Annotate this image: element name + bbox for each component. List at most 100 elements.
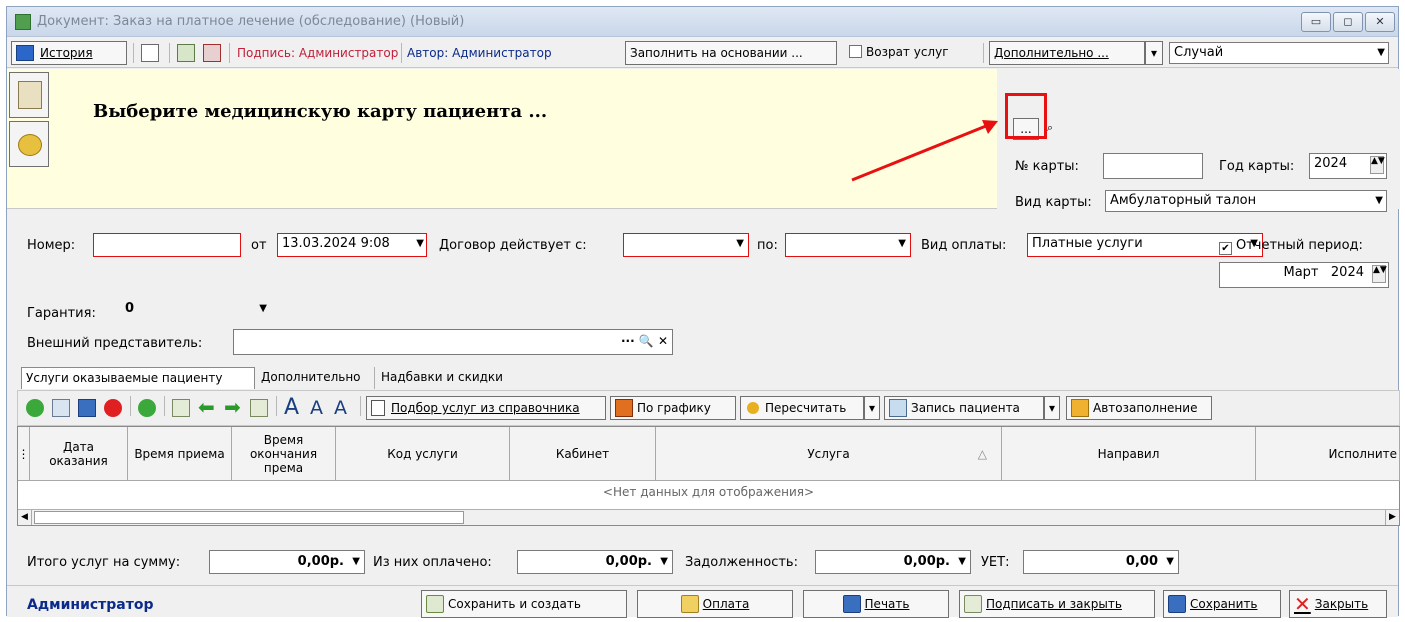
- order-date-input[interactable]: 13.03.2024 9:08 ▼: [277, 233, 427, 257]
- patient-card-prompt-panel[interactable]: [7, 69, 997, 209]
- scroll-thumb[interactable]: [34, 511, 464, 524]
- case-select-value: Случай: [1174, 45, 1224, 60]
- arrow-left-icon[interactable]: ⬅: [198, 397, 215, 417]
- history-label: История: [40, 46, 93, 60]
- uet-label: УЕТ:: [981, 555, 1010, 570]
- total-sum-field[interactable]: 0,00р. ▼: [209, 550, 365, 574]
- return-services-checkbox[interactable]: Возрат услуг: [845, 41, 979, 65]
- guarantee-select[interactable]: 0 ▼: [121, 299, 281, 321]
- chevron-down-icon[interactable]: ▼: [660, 551, 668, 573]
- current-user: Администратор: [27, 597, 154, 613]
- period-month: Март: [1283, 265, 1319, 280]
- number-input[interactable]: [93, 233, 241, 257]
- font-decrease-icon[interactable]: A: [310, 397, 323, 419]
- payment-button[interactable]: Оплата: [637, 590, 793, 618]
- reporting-period-checkbox[interactable]: ✔ Отчетный период:: [1219, 238, 1363, 255]
- return-services-label: Возрат услуг: [866, 45, 949, 59]
- minimize-button[interactable]: ▭: [1301, 12, 1331, 32]
- chevron-down-icon[interactable]: ▼: [352, 551, 360, 573]
- chevron-down-icon[interactable]: ▼: [958, 551, 966, 573]
- tab-surcharges[interactable]: Надбавки и скидки: [377, 367, 525, 389]
- column-header-service[interactable]: Услуга △: [656, 427, 1002, 481]
- sign-doc-icon[interactable]: [177, 44, 195, 62]
- chevron-down-icon: ▼: [1375, 195, 1383, 206]
- patient-record-icon: [889, 399, 907, 417]
- checkbox[interactable]: [849, 45, 862, 58]
- debt-field[interactable]: 0,00р. ▼: [815, 550, 971, 574]
- column-chooser-icon[interactable]: ⋮: [18, 427, 30, 481]
- card-year-spinner[interactable]: 2024 ▲▼: [1309, 153, 1387, 179]
- external-rep-input[interactable]: ··· 🔍 ✕: [233, 329, 673, 355]
- add-icon[interactable]: [26, 399, 44, 417]
- checklist-button[interactable]: [9, 72, 49, 118]
- history-button[interactable]: История: [11, 41, 127, 65]
- card-type-select[interactable]: Амбулаторный талон ▼: [1105, 190, 1387, 212]
- catalog-icon: [371, 400, 385, 416]
- patient-record-dropdown-arrow[interactable]: ▾: [1044, 396, 1060, 420]
- chevron-down-icon[interactable]: ▼: [1166, 551, 1174, 573]
- payments-button[interactable]: [9, 121, 49, 167]
- separator: [276, 396, 277, 416]
- column-header[interactable]: Время окончания према: [232, 427, 336, 481]
- column-header[interactable]: Код услуги: [336, 427, 510, 481]
- arrow-right-icon[interactable]: ➡: [224, 397, 241, 417]
- separator: [229, 43, 230, 63]
- uet-field[interactable]: 0,00 ▼: [1023, 550, 1179, 574]
- unsign-doc-icon[interactable]: [203, 44, 221, 62]
- delete-icon[interactable]: [104, 399, 122, 417]
- spinner-icon[interactable]: ▲▼: [1372, 265, 1387, 283]
- scroll-left-icon[interactable]: ◀: [18, 510, 32, 525]
- recalc-dropdown-arrow[interactable]: ▾: [864, 396, 880, 420]
- edit-icon[interactable]: [52, 399, 70, 417]
- additional-button[interactable]: Дополнительно ...: [989, 41, 1145, 65]
- guarantee-value: 0: [125, 301, 135, 316]
- font-reset-icon[interactable]: A: [334, 397, 347, 419]
- spinner-icon[interactable]: ▲▼: [1370, 156, 1385, 174]
- copy-icon[interactable]: [172, 399, 190, 417]
- column-header[interactable]: Кабинет: [510, 427, 656, 481]
- close-window-button[interactable]: ✕: [1365, 12, 1395, 32]
- paid-field[interactable]: 0,00р. ▼: [517, 550, 673, 574]
- close-button[interactable]: ✕ Закрыть: [1289, 590, 1387, 618]
- sign-and-close-button[interactable]: Подписать и закрыть: [959, 590, 1155, 618]
- refresh-icon[interactable]: [138, 399, 156, 417]
- chevron-down-icon[interactable]: ▼: [416, 234, 424, 254]
- column-header[interactable]: Время приема: [128, 427, 232, 481]
- tab-services[interactable]: Услуги оказываемые пациенту: [21, 367, 255, 389]
- maximize-button[interactable]: ◻: [1333, 12, 1363, 32]
- services-grid[interactable]: ⋮ Дата оказания Время приема Время оконч…: [17, 426, 1400, 526]
- by-schedule-button[interactable]: По графику: [610, 396, 736, 420]
- pick-services-button[interactable]: Подбор услуг из справочника: [366, 396, 606, 420]
- case-select[interactable]: Случай ▼: [1169, 42, 1389, 64]
- autofill-button[interactable]: Автозаполнение: [1066, 396, 1212, 420]
- tab-additional[interactable]: Дополнительно: [257, 367, 375, 389]
- chevron-down-icon[interactable]: ▼: [898, 234, 906, 254]
- save-row-icon[interactable]: [78, 399, 96, 417]
- table-icon[interactable]: [141, 44, 159, 62]
- column-header[interactable]: Исполните: [1256, 427, 1400, 481]
- author-label: Автор: Администратор: [407, 46, 552, 60]
- fill-basis-button[interactable]: Заполнить на основании ...: [625, 41, 837, 65]
- number-label: Номер:: [27, 238, 76, 253]
- card-number-input[interactable]: [1103, 153, 1203, 179]
- font-increase-icon[interactable]: A: [284, 395, 299, 420]
- print-button[interactable]: Печать: [803, 590, 949, 618]
- scroll-right-icon[interactable]: ▶: [1385, 510, 1399, 525]
- external-rep-actions[interactable]: ··· 🔍 ✕: [621, 331, 668, 351]
- reporting-period-spinner[interactable]: Март 2024 ▲▼: [1219, 262, 1389, 288]
- column-header[interactable]: Направил: [1002, 427, 1256, 481]
- patient-record-button[interactable]: Запись пациента: [884, 396, 1044, 420]
- save-and-create-button[interactable]: Сохранить и создать: [421, 590, 627, 618]
- recalc-button[interactable]: Пересчитать: [740, 396, 864, 420]
- checkbox-checked[interactable]: ✔: [1219, 242, 1232, 255]
- chevron-down-icon[interactable]: ▼: [736, 234, 744, 254]
- column-header[interactable]: Дата оказания: [30, 427, 128, 481]
- horizontal-scrollbar[interactable]: ◀ ▶: [18, 509, 1399, 525]
- paste-icon[interactable]: [250, 399, 268, 417]
- additional-dropdown-arrow[interactable]: ▾: [1145, 41, 1163, 65]
- contract-to-input[interactable]: ▼: [785, 233, 911, 257]
- contract-from-input[interactable]: ▼: [623, 233, 749, 257]
- sign-icon: [964, 595, 982, 613]
- save-button[interactable]: Сохранить: [1163, 590, 1281, 618]
- coins-small-icon: [747, 402, 759, 414]
